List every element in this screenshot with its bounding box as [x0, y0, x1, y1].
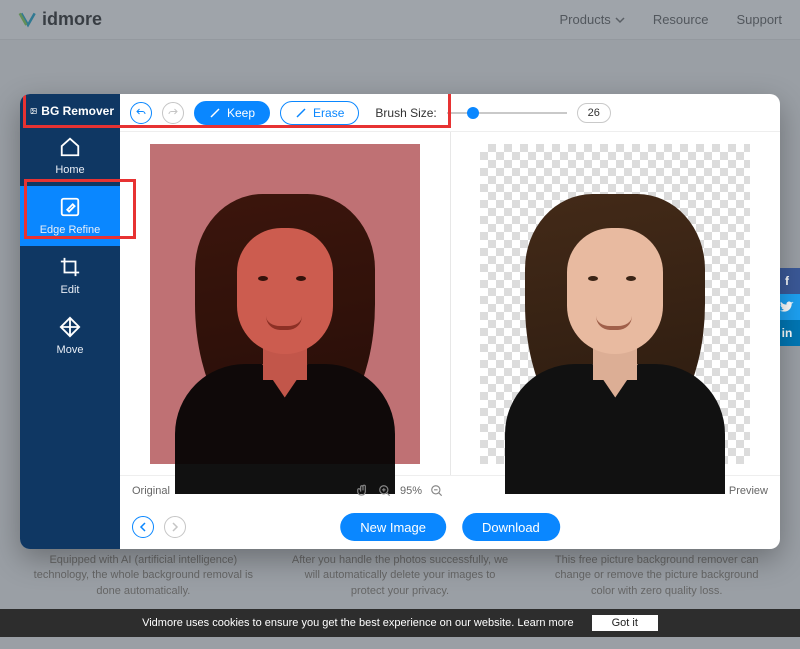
brush-size-value: 26: [577, 103, 611, 123]
bottom-actions: New Image Download: [120, 505, 780, 549]
original-label: Original: [132, 485, 170, 497]
cookie-bar: Vidmore uses cookies to ensure you get t…: [0, 609, 800, 637]
canvas-area: [120, 132, 780, 475]
workspace: Keep Erase Brush Size: 26: [120, 94, 780, 549]
original-pane[interactable]: [120, 132, 450, 475]
next-image-button[interactable]: [164, 516, 186, 538]
zoom-out-icon[interactable]: [430, 484, 444, 498]
redo-button[interactable]: [162, 102, 184, 124]
crop-icon: [59, 256, 81, 278]
original-image: [150, 144, 420, 464]
brush-size-slider[interactable]: [447, 103, 567, 123]
footer-col-3: This free picture background remover can…: [543, 553, 770, 599]
sidebar-item-edit[interactable]: Edit: [20, 246, 120, 306]
sidebar-item-home[interactable]: Home: [20, 126, 120, 186]
zoom-controls: 95%: [356, 484, 444, 498]
mask-overlay: [150, 144, 420, 464]
sidebar-item-move[interactable]: Move: [20, 306, 120, 366]
bg-remover-modal: BG Remover Home Edge Refine Edit Move: [20, 94, 780, 549]
footer-columns: Equipped with AI (artificial intelligenc…: [0, 553, 800, 599]
pencil-square-icon: [59, 196, 81, 218]
brush-size-label: Brush Size:: [375, 106, 436, 120]
keep-button[interactable]: Keep: [194, 101, 270, 125]
chevron-right-icon: [170, 522, 180, 532]
redo-icon: [167, 107, 179, 119]
footer-col-2: After you handle the photos successfully…: [287, 553, 514, 599]
erase-button[interactable]: Erase: [280, 101, 359, 125]
cookie-text: Vidmore uses cookies to ensure you get t…: [142, 617, 574, 629]
footer-col-1: Equipped with AI (artificial intelligenc…: [30, 553, 257, 599]
sidebar-item-edge-refine[interactable]: Edge Refine: [20, 186, 120, 246]
chevron-left-icon: [138, 522, 148, 532]
undo-button[interactable]: [130, 102, 152, 124]
slider-thumb[interactable]: [467, 107, 479, 119]
brush-erase-icon: [295, 107, 307, 119]
preview-pane[interactable]: [450, 132, 781, 475]
move-icon: [59, 316, 81, 338]
modal-sidebar: BG Remover Home Edge Refine Edit Move: [20, 94, 120, 549]
download-button[interactable]: Download: [462, 513, 560, 541]
image-icon: [30, 104, 37, 118]
modal-title: BG Remover: [20, 94, 120, 126]
pan-icon[interactable]: [356, 484, 370, 498]
brush-keep-icon: [209, 107, 221, 119]
zoom-level: 95%: [400, 485, 422, 497]
preview-image: [480, 144, 750, 464]
cookie-accept-button[interactable]: Got it: [592, 615, 658, 631]
undo-icon: [135, 107, 147, 119]
toolbar: Keep Erase Brush Size: 26: [120, 94, 780, 132]
preview-label: Preview: [729, 485, 768, 497]
new-image-button[interactable]: New Image: [340, 513, 446, 541]
home-icon: [59, 136, 81, 158]
prev-image-button[interactable]: [132, 516, 154, 538]
zoom-in-icon[interactable]: [378, 484, 392, 498]
